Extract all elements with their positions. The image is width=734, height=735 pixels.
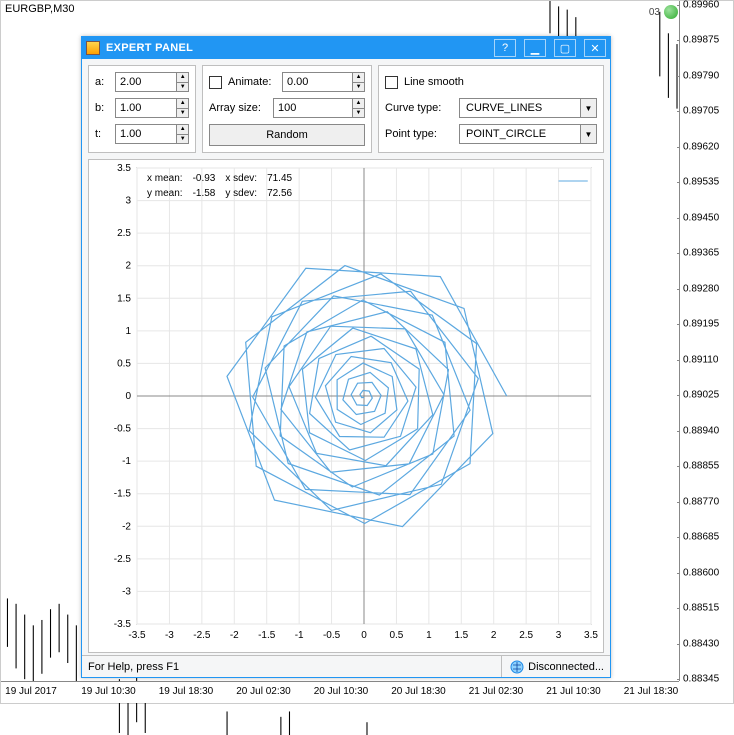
curvetype-label: Curve type:: [385, 102, 453, 114]
bars-count-badge: 03: [649, 5, 678, 19]
svg-text:1.5: 1.5: [454, 630, 468, 641]
chevron-down-icon[interactable]: ▼: [580, 99, 596, 117]
pointtype-combo[interactable]: POINT_CIRCLE ▼: [459, 124, 597, 144]
svg-text:-3.5: -3.5: [114, 619, 132, 630]
svg-text:1.5: 1.5: [117, 293, 131, 304]
svg-text:3.5: 3.5: [117, 163, 131, 174]
curvetype-combo[interactable]: CURVE_LINES ▼: [459, 98, 597, 118]
svg-text:0.5: 0.5: [389, 630, 403, 641]
pointtype-value: POINT_CIRCLE: [460, 128, 580, 140]
svg-text:-0.5: -0.5: [114, 424, 132, 435]
animate-group: Animate: ▲▼ Array size: ▲▼ Random: [202, 65, 372, 153]
b-up[interactable]: ▲: [177, 99, 188, 109]
svg-text:3.5: 3.5: [584, 630, 598, 641]
svg-text:-3: -3: [122, 586, 131, 597]
arraysize-up[interactable]: ▲: [353, 99, 364, 109]
a-down[interactable]: ▼: [177, 83, 188, 92]
a-input[interactable]: [116, 73, 176, 91]
help-button[interactable]: ?: [494, 39, 516, 57]
pointtype-label: Point type:: [385, 128, 453, 140]
svg-text:-3: -3: [165, 630, 174, 641]
a-up[interactable]: ▲: [177, 73, 188, 83]
plot-svg: -3.5 -3 -2.5 -2 -1.5 -1 -0.5 0 0.5 1 1.5 2 2.5 3 3.5 -3…: [89, 160, 603, 652]
svg-text:-2: -2: [230, 630, 239, 641]
t-input[interactable]: [116, 125, 176, 143]
svg-text:-3.5: -3.5: [128, 630, 146, 641]
b-input[interactable]: [116, 99, 176, 117]
svg-text:-2.5: -2.5: [193, 630, 211, 641]
svg-text:0: 0: [361, 630, 367, 641]
svg-text:1: 1: [125, 326, 131, 337]
b-spinner[interactable]: ▲▼: [115, 98, 189, 118]
t-label: t:: [95, 128, 109, 140]
close-button[interactable]: ✕: [584, 39, 606, 57]
expert-panel-window: EXPERT PANEL ? ▁ ▢ ✕ a: ▲▼ b: ▲▼ t:: [81, 36, 611, 678]
svg-text:2: 2: [491, 630, 497, 641]
arraysize-input[interactable]: [274, 99, 352, 117]
titlebar[interactable]: EXPERT PANEL ? ▁ ▢ ✕: [82, 37, 610, 59]
arraysize-spinner[interactable]: ▲▼: [273, 98, 365, 118]
connection-status[interactable]: Disconnected...: [501, 656, 604, 677]
curve-group: Line smooth Curve type: CURVE_LINES ▼ Po…: [378, 65, 604, 153]
b-label: b:: [95, 102, 109, 114]
globe-icon: [664, 5, 678, 19]
svg-text:-1: -1: [295, 630, 304, 641]
connection-icon: [510, 660, 524, 674]
t-down[interactable]: ▼: [177, 135, 188, 144]
curvetype-value: CURVE_LINES: [460, 102, 580, 114]
svg-text:2: 2: [125, 261, 131, 272]
stats-box: x mean:-0.93 x sdev:71.45 y mean:-1.58 y…: [145, 170, 302, 202]
params-group: a: ▲▼ b: ▲▼ t: ▲▼: [88, 65, 196, 153]
a-spinner[interactable]: ▲▼: [115, 72, 189, 92]
t-spinner[interactable]: ▲▼: [115, 124, 189, 144]
animate-down[interactable]: ▼: [353, 83, 364, 92]
chevron-down-icon[interactable]: ▼: [580, 125, 596, 143]
svg-text:3: 3: [556, 630, 562, 641]
linesmooth-label: Line smooth: [404, 76, 464, 88]
svg-text:-1.5: -1.5: [114, 489, 132, 500]
svg-text:-2.5: -2.5: [114, 554, 132, 565]
maximize-button[interactable]: ▢: [554, 39, 576, 57]
svg-text:2.5: 2.5: [117, 228, 131, 239]
svg-text:0.5: 0.5: [117, 358, 131, 369]
svg-text:0: 0: [125, 391, 131, 402]
animate-label: Animate:: [228, 76, 276, 88]
t-up[interactable]: ▲: [177, 125, 188, 135]
arraysize-label: Array size:: [209, 102, 267, 114]
minimize-button[interactable]: ▁: [524, 39, 546, 57]
animate-up[interactable]: ▲: [353, 73, 364, 83]
time-axis: 19 Jul 201719 Jul 10:3019 Jul 18:3020 Ju…: [1, 681, 679, 703]
arraysize-down[interactable]: ▼: [353, 109, 364, 118]
svg-text:-2: -2: [122, 521, 131, 532]
svg-text:-0.5: -0.5: [323, 630, 341, 641]
animate-checkbox[interactable]: [209, 76, 222, 89]
controls-row: a: ▲▼ b: ▲▼ t: ▲▼: [82, 59, 610, 159]
random-button[interactable]: Random: [209, 124, 365, 146]
app-icon: [86, 41, 100, 55]
statusbar: For Help, press F1 Disconnected...: [82, 655, 610, 677]
svg-text:1: 1: [426, 630, 432, 641]
symbol-label: EURGBP,M30: [5, 3, 75, 15]
svg-text:-1: -1: [122, 456, 131, 467]
svg-text:-1.5: -1.5: [258, 630, 276, 641]
a-label: a:: [95, 76, 109, 88]
status-help: For Help, press F1: [88, 661, 179, 673]
price-axis: 0.899600.898750.897900.897050.896200.895…: [679, 1, 733, 681]
b-down[interactable]: ▼: [177, 109, 188, 118]
plot-area: -3.5 -3 -2.5 -2 -1.5 -1 -0.5 0 0.5 1 1.5 2 2.5 3 3.5 -3…: [88, 159, 604, 653]
window-title: EXPERT PANEL: [106, 42, 486, 54]
svg-text:2.5: 2.5: [519, 630, 533, 641]
linesmooth-checkbox[interactable]: [385, 76, 398, 89]
animate-input[interactable]: [283, 73, 352, 91]
svg-text:3: 3: [125, 196, 131, 207]
animate-spinner[interactable]: ▲▼: [282, 72, 365, 92]
